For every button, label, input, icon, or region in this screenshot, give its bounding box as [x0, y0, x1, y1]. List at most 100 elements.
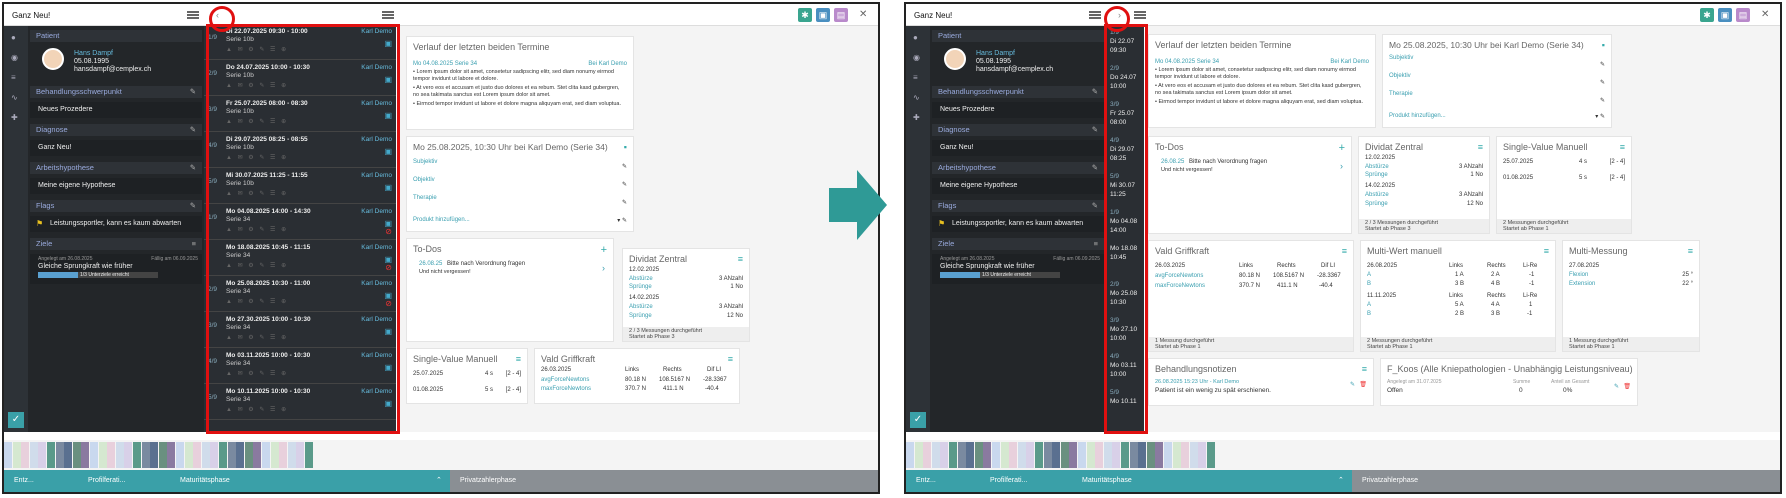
edit-icon[interactable]: ✎ [1600, 97, 1605, 104]
day-cell[interactable] [158, 442, 167, 468]
menu-icon[interactable]: ≡ [1688, 246, 1693, 256]
edit-icon[interactable]: ✎ [622, 199, 627, 206]
phase-label[interactable]: Entz... [14, 470, 34, 492]
activity-icon[interactable]: ✚ [11, 114, 21, 122]
add-product-select[interactable]: Produkt hinzufügen... [413, 217, 470, 223]
phase-label[interactable]: Maturitätsphase [1082, 470, 1132, 492]
day-cell[interactable] [29, 442, 38, 468]
menu-icon[interactable] [1089, 11, 1101, 19]
calendar-strip[interactable] [906, 440, 1780, 470]
day-cell[interactable] [957, 442, 966, 468]
field-label[interactable]: Therapie [413, 195, 437, 201]
day-cell[interactable] [906, 442, 914, 468]
menu-icon[interactable]: ≡ [516, 354, 521, 364]
day-cell[interactable] [124, 442, 133, 468]
menu-icon[interactable]: ≡ [1094, 238, 1098, 250]
calendar-strip[interactable] [4, 440, 878, 470]
document-icon[interactable]: ▤ [1736, 8, 1750, 22]
list-item[interactable]: Neues Prozedere [932, 102, 1104, 118]
list-item[interactable]: ⚑ Leistungssportler, kann es kaum abwarte… [30, 216, 202, 232]
menu-icon[interactable]: ≡ [1620, 142, 1625, 152]
runner-icon[interactable]: ✱ [798, 8, 812, 22]
edit-icon[interactable]: ✎ [190, 124, 196, 136]
day-cell[interactable] [1026, 442, 1035, 468]
chevron-up-icon[interactable]: ⌃ [436, 470, 442, 492]
edit-icon[interactable]: ✎ [1092, 86, 1098, 98]
day-cell[interactable] [150, 442, 159, 468]
day-cell[interactable] [176, 442, 184, 468]
save-icon[interactable]: ▪ [624, 142, 627, 152]
day-cell[interactable] [219, 442, 227, 468]
day-cell[interactable] [21, 442, 30, 468]
day-cell[interactable] [38, 442, 47, 468]
edit-icon[interactable]: ✎ [190, 200, 196, 212]
day-cell[interactable] [287, 442, 296, 468]
menu-icon[interactable]: ≡ [728, 354, 733, 364]
eye-icon[interactable]: ◉ [11, 54, 21, 62]
delete-icon[interactable]: 🗑 [1623, 383, 1631, 390]
day-cell[interactable] [107, 442, 116, 468]
phase-label[interactable]: Profilferati... [88, 470, 125, 492]
day-cell[interactable] [279, 442, 288, 468]
day-cell[interactable] [244, 442, 253, 468]
edit-icon[interactable]: ▾ ✎ [1595, 113, 1605, 120]
day-cell[interactable] [4, 442, 12, 468]
day-cell[interactable] [1138, 442, 1147, 468]
day-cell[interactable] [64, 442, 73, 468]
save-icon[interactable]: ▪ [1602, 40, 1605, 50]
day-cell[interactable] [72, 442, 81, 468]
menu-icon[interactable]: ≡ [738, 254, 743, 264]
day-cell[interactable] [262, 442, 270, 468]
day-cell[interactable] [227, 442, 236, 468]
phase-label[interactable]: Entz... [916, 470, 936, 492]
history-date[interactable]: Mo 04.08.2025 Serie 34 [1155, 59, 1219, 65]
person-icon[interactable]: ● [11, 34, 21, 42]
day-cell[interactable] [12, 442, 21, 468]
add-icon[interactable]: + [1339, 142, 1345, 154]
chevron-up-icon[interactable]: ⌃ [1338, 470, 1344, 492]
list-icon[interactable]: ≡ [913, 74, 923, 82]
edit-icon[interactable]: ✎ [1350, 381, 1355, 388]
edit-icon[interactable]: ▾ ✎ [617, 217, 627, 224]
day-cell[interactable] [1078, 442, 1086, 468]
person-icon[interactable]: ● [913, 34, 923, 42]
calendar-icon[interactable]: ▣ [816, 8, 830, 22]
list-icon[interactable]: ≡ [11, 74, 21, 82]
day-cell[interactable] [133, 442, 141, 468]
edit-icon[interactable]: ✎ [190, 86, 196, 98]
phase-label[interactable]: Privatzahlerphase [460, 470, 516, 492]
history-date[interactable]: Mo 04.08.2025 Serie 34 [413, 61, 477, 67]
day-cell[interactable] [1146, 442, 1155, 468]
day-cell[interactable] [1129, 442, 1138, 468]
day-cell[interactable] [184, 442, 193, 468]
day-cell[interactable] [236, 442, 245, 468]
day-cell[interactable] [296, 442, 305, 468]
chevron-right-icon[interactable]: › [602, 263, 605, 273]
list-item[interactable]: Ganz Neu! [30, 140, 202, 156]
delete-icon[interactable]: 🗑 [1359, 381, 1367, 388]
day-cell[interactable] [1164, 442, 1172, 468]
day-cell[interactable] [47, 442, 55, 468]
day-cell[interactable] [210, 442, 219, 468]
day-cell[interactable] [1172, 442, 1181, 468]
runner-icon[interactable]: ✱ [1700, 8, 1714, 22]
activity-icon[interactable]: ✚ [913, 114, 923, 122]
day-cell[interactable] [305, 442, 313, 468]
day-cell[interactable] [1198, 442, 1207, 468]
day-cell[interactable] [914, 442, 923, 468]
day-cell[interactable] [974, 442, 983, 468]
close-icon[interactable]: ✕ [859, 9, 867, 20]
day-cell[interactable] [1112, 442, 1121, 468]
day-cell[interactable] [1121, 442, 1129, 468]
day-cell[interactable] [1189, 442, 1198, 468]
chart-icon[interactable]: ∿ [11, 94, 21, 102]
day-cell[interactable] [966, 442, 975, 468]
goal-item[interactable]: Angelegt am 26.08.2025 Fällig am 06.09.2… [932, 254, 1104, 284]
eye-icon[interactable]: ◉ [913, 54, 923, 62]
field-label[interactable]: Objektiv [1389, 73, 1411, 79]
phase-label[interactable]: Maturitätsphase [180, 470, 230, 492]
day-cell[interactable] [1181, 442, 1190, 468]
day-cell[interactable] [141, 442, 150, 468]
edit-icon[interactable]: ✎ [190, 162, 196, 174]
checklist-icon[interactable]: ✓ [8, 412, 24, 428]
